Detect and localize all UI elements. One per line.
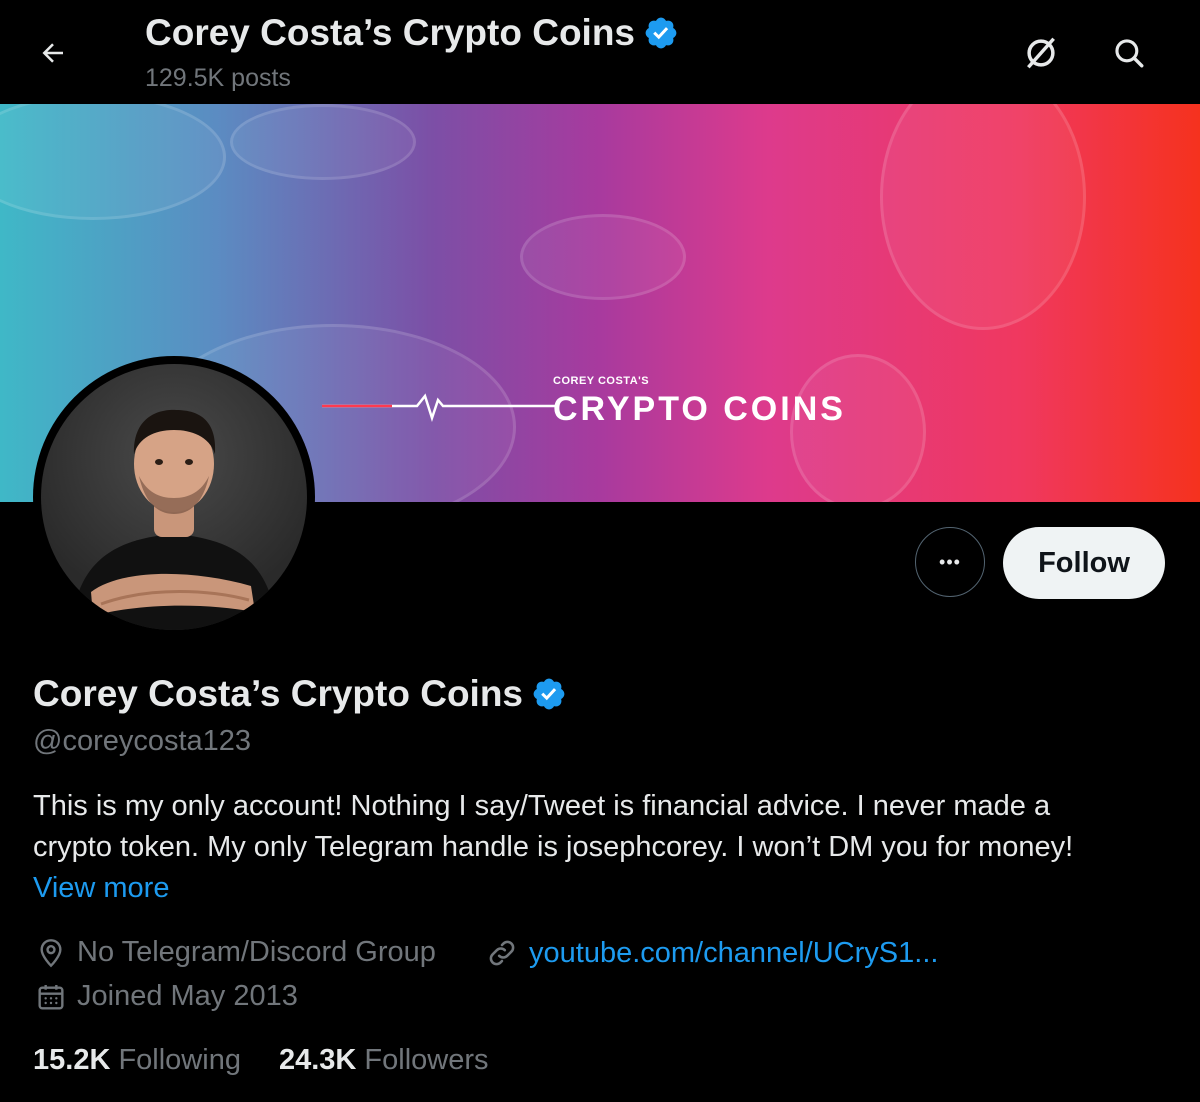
heartbeat-line-icon [322,393,557,422]
more-options-button[interactable]: ••• [915,527,985,597]
banner-coin-decoration [0,104,226,220]
following-count: 15.2K [33,1044,111,1076]
search-button[interactable] [1106,30,1152,76]
profile-handle: @coreycosta123 [33,725,252,757]
joined-text: Joined May 2013 [77,980,298,1012]
profile-stats: 15.2K Following 24.3K Followers [33,1044,489,1077]
bio-line: This is my only account! Nothing I say/T… [33,790,1051,822]
link-icon [489,940,515,966]
following-link[interactable]: 15.2K Following [33,1044,241,1077]
banner-big-text: CRYPTO COINS [553,390,846,428]
profile-photo [71,409,277,630]
profile-location: No Telegram/Discord Group [35,936,436,969]
avatar-frame [33,356,315,638]
profile-joined: Joined May 2013 [35,980,298,1013]
view-more-link[interactable]: View more [33,872,169,905]
calendar-icon [38,984,64,1010]
following-label: Following [118,1044,241,1076]
banner-coin-decoration [230,104,416,180]
profile-bio: This is my only account! Nothing I say/T… [33,786,1163,868]
verified-badge-icon [645,17,677,49]
followers-count: 24.3K [278,1044,357,1076]
banner-small-text: COREY COSTA'S [553,375,650,387]
verified-badge-icon[interactable] [531,676,567,712]
back-button[interactable] [30,30,76,76]
top-bar: Corey Costa’s Crypto Coins 129.5K posts [0,0,1200,104]
grok-button[interactable] [1018,30,1064,76]
slashed-circle-icon [1027,37,1055,69]
follow-button[interactable]: Follow [1003,527,1165,599]
bio-line: crypto token. My only Telegram handle is… [33,831,1074,863]
banner-coin-decoration [880,104,1086,330]
profile-website: youtube.com/channel/UCryS1... [485,936,938,970]
followers-label: Followers [364,1044,489,1076]
website-link[interactable]: youtube.com/channel/UCryS1... [529,937,938,970]
banner-coin-decoration [520,214,686,300]
header-title-text: Corey Costa’s Crypto Coins [145,12,635,53]
posts-count: 129.5K posts [145,64,291,92]
location-pin-icon [40,938,62,967]
followers-link[interactable]: 24.3K Followers [279,1044,489,1077]
profile-name-text: Corey Costa’s Crypto Coins [33,673,523,714]
arrow-left-icon [42,43,63,63]
search-icon [1115,39,1144,68]
more-options-icon: ••• [939,551,961,572]
location-text: No Telegram/Discord Group [77,936,436,968]
profile-name: Corey Costa’s Crypto Coins [33,673,567,715]
header-title: Corey Costa’s Crypto Coins [145,12,679,54]
avatar[interactable] [41,364,307,630]
